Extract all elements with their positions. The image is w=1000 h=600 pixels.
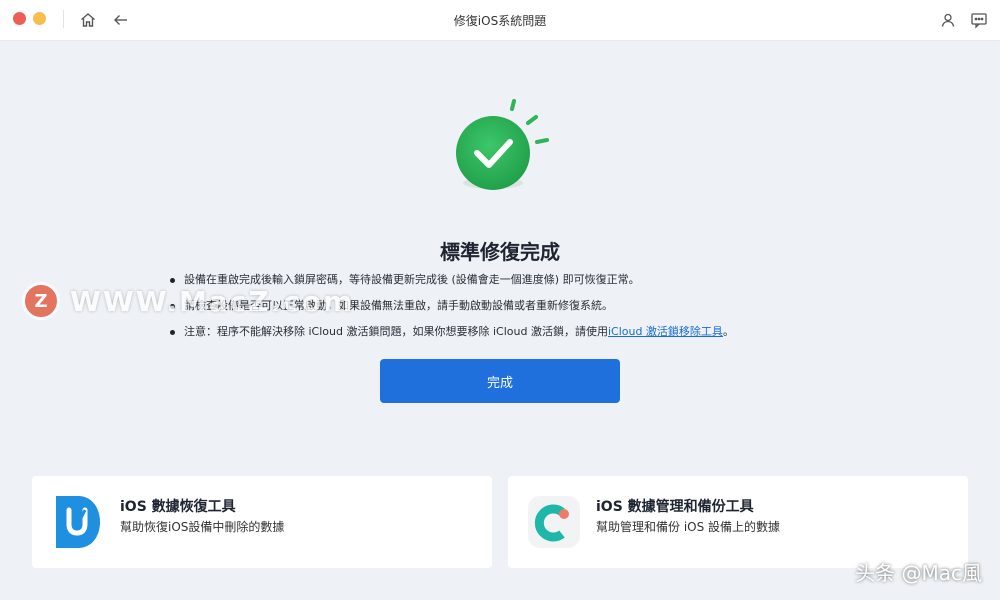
note-suffix: 。 [722, 325, 734, 338]
data-recovery-logo-icon [52, 494, 104, 550]
card-title: iOS 數據管理和備份工具 [596, 499, 754, 515]
done-button[interactable]: 完成 [380, 359, 620, 403]
window-title: 修復iOS系統問題 [453, 14, 547, 28]
watermark-badge: Z [22, 282, 60, 320]
watermark-text: WWW.MacZ.com [70, 284, 355, 318]
instruction-note: 注意：程序不能解決移除 iCloud 激活鎖問題，如果你想要移除 iCloud … [170, 324, 870, 350]
title-bar: 修復iOS系統問題 [0, 0, 1000, 41]
data-manager-card[interactable]: iOS 數據管理和備份工具 幫助管理和備份 iOS 設備上的數據 [508, 476, 968, 568]
icloud-unlock-tool-link[interactable]: iCloud 激活鎖移除工具 [608, 325, 723, 338]
data-recovery-card[interactable]: iOS 數據恢復工具 幫助恢復iOS設備中刪除的數據 [32, 476, 492, 568]
card-description: 幫助管理和備份 iOS 設備上的數據 [596, 520, 781, 534]
watermark: Z WWW.MacZ.com [22, 282, 355, 320]
success-check-icon [440, 95, 570, 205]
card-title: iOS 數據恢復工具 [120, 499, 236, 515]
app-window: 修復iOS系統問題 標準修復完成 設備在重啟完成後輸入鎖屏密碼，等待設備更新完成… [0, 0, 1000, 600]
card-description: 幫助恢復iOS設備中刪除的數據 [120, 520, 285, 534]
note-text: 注意：程序不能解決移除 iCloud 激活鎖問題，如果你想要移除 iCloud … [184, 325, 608, 338]
user-icon[interactable] [937, 9, 959, 31]
result-title: 標準修復完成 [440, 240, 560, 264]
footer-watermark: 头条 @Mac風 [855, 561, 982, 585]
feedback-icon[interactable] [968, 9, 990, 31]
data-manager-logo-icon [528, 494, 580, 550]
